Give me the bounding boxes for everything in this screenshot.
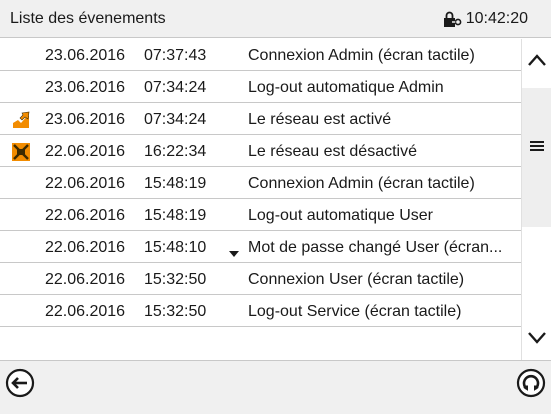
event-date: 22.06.2016 xyxy=(45,239,126,256)
event-description: Le réseau est activé xyxy=(248,111,392,128)
event-date: 23.06.2016 xyxy=(45,111,126,128)
event-row[interactable]: 22.06.2016 16:22:34 Le réseau est désact… xyxy=(0,135,521,167)
event-description: Mot de passe changé User (écran... xyxy=(248,239,503,256)
expand-details-icon[interactable] xyxy=(229,244,239,257)
network-off-icon xyxy=(12,143,30,161)
chevron-up-icon[interactable] xyxy=(527,53,547,67)
network-on-icon xyxy=(12,111,30,129)
clock-area: 10:42:20 xyxy=(443,10,528,28)
chevron-down-icon[interactable] xyxy=(527,331,547,345)
event-row[interactable]: 22.06.2016 15:32:50 Log-out Service (écr… xyxy=(0,295,521,327)
event-time: 07:37:43 xyxy=(144,47,207,64)
event-time: 16:22:34 xyxy=(144,143,207,160)
bottom-bar xyxy=(0,360,551,414)
event-description: Log-out automatique User xyxy=(248,207,433,224)
event-date: 23.06.2016 xyxy=(45,47,126,64)
event-row[interactable]: 23.06.2016 07:37:43 Connexion Admin (écr… xyxy=(0,39,521,71)
event-row[interactable]: 22.06.2016 15:48:19 Connexion Admin (écr… xyxy=(0,167,521,199)
event-date: 23.06.2016 xyxy=(45,79,126,96)
clock-time: 10:42:20 xyxy=(465,10,528,27)
list-scrollbar[interactable] xyxy=(521,39,551,360)
menu-lines-icon[interactable] xyxy=(530,139,544,151)
back-arrow-icon[interactable] xyxy=(5,368,35,398)
event-time: 15:32:50 xyxy=(144,271,207,288)
event-description: Log-out Service (écran tactile) xyxy=(248,303,462,320)
event-time: 07:34:24 xyxy=(144,111,207,128)
event-date: 22.06.2016 xyxy=(45,303,126,320)
event-description: Connexion Admin (écran tactile) xyxy=(248,175,475,192)
event-row[interactable]: 22.06.2016 15:32:50 Connexion User (écra… xyxy=(0,263,521,295)
event-description: Connexion User (écran tactile) xyxy=(248,271,465,288)
event-date: 22.06.2016 xyxy=(45,271,126,288)
event-row[interactable]: 23.06.2016 07:34:24 Le réseau est activé xyxy=(0,103,521,135)
page-title: Liste des évenements xyxy=(10,10,166,27)
event-description: Connexion Admin (écran tactile) xyxy=(248,47,475,64)
lock-key-icon[interactable] xyxy=(443,11,462,27)
event-time: 15:48:10 xyxy=(144,239,207,256)
refresh-icon[interactable] xyxy=(516,368,546,398)
event-description: Le réseau est désactivé xyxy=(248,143,417,160)
event-time: 15:48:19 xyxy=(144,175,207,192)
event-row[interactable]: 22.06.2016 15:48:19 Log-out automatique … xyxy=(0,199,521,231)
event-date: 22.06.2016 xyxy=(45,175,126,192)
event-time: 07:34:24 xyxy=(144,79,207,96)
event-description: Log-out automatique Admin xyxy=(248,79,444,96)
event-row[interactable]: 23.06.2016 07:34:24 Log-out automatique … xyxy=(0,71,521,103)
event-date: 22.06.2016 xyxy=(45,143,126,160)
event-row-partial[interactable] xyxy=(0,327,521,359)
event-time: 15:32:50 xyxy=(144,303,207,320)
scroll-position-indicator[interactable] xyxy=(522,88,551,227)
title-bar: Liste des évenements 10:42:20 xyxy=(0,0,551,38)
event-date: 22.06.2016 xyxy=(45,207,126,224)
event-time: 15:48:19 xyxy=(144,207,207,224)
event-list[interactable]: 23.06.2016 07:37:43 Connexion Admin (écr… xyxy=(0,39,521,360)
event-row[interactable]: 22.06.2016 15:48:10 Mot de passe changé … xyxy=(0,231,521,263)
